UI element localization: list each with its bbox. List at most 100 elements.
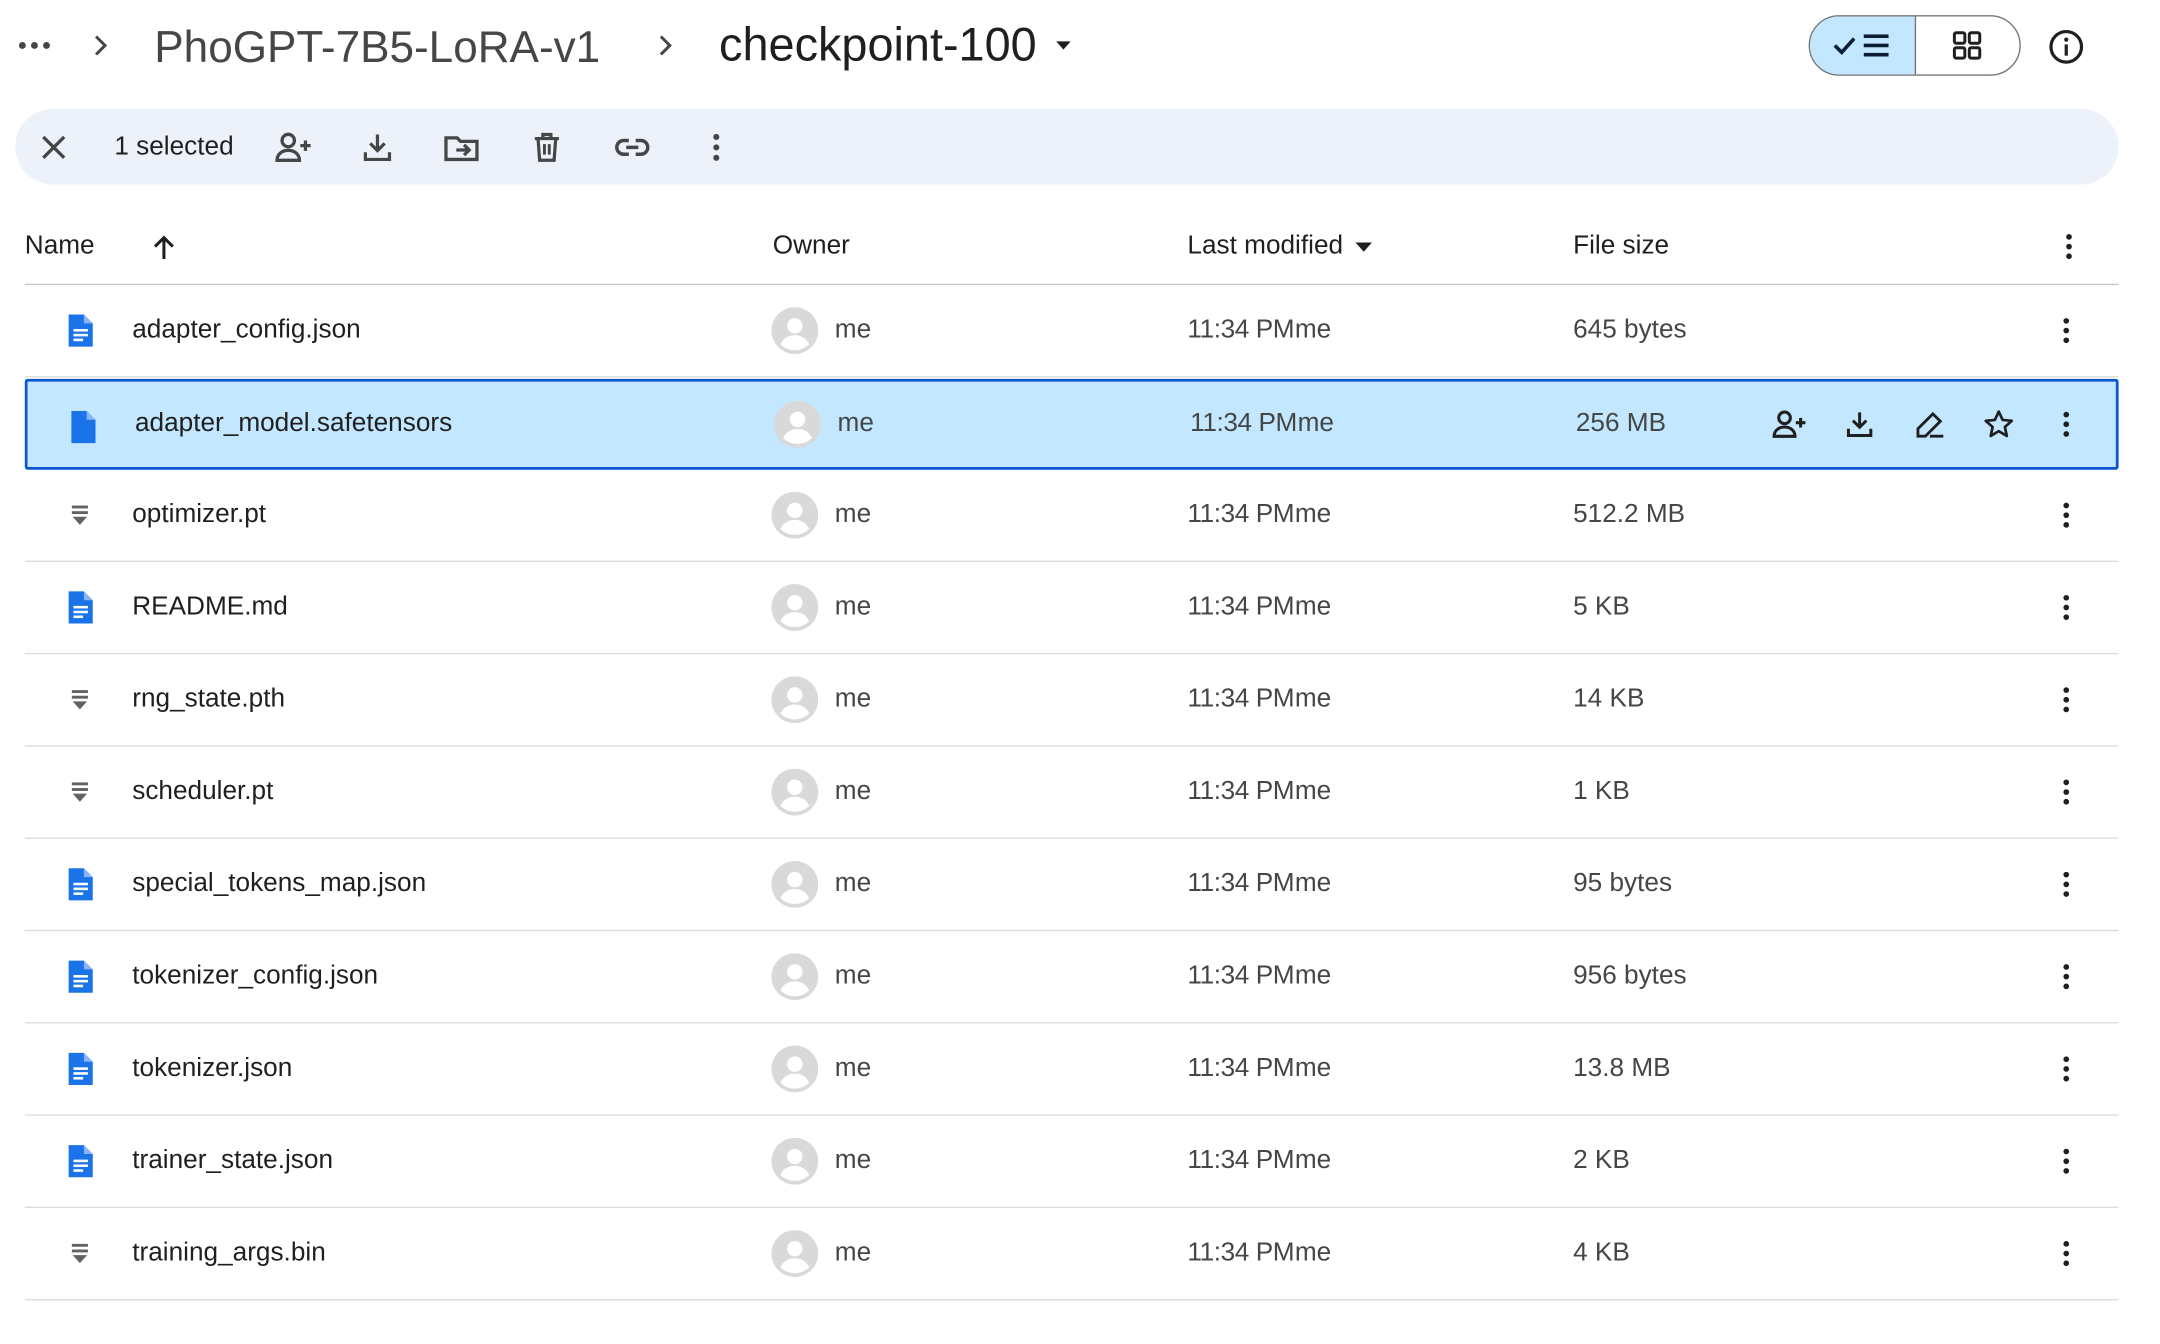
last-modified-by: me: [1294, 1053, 1332, 1083]
star-icon[interactable]: [1975, 401, 2022, 448]
more-vert-icon[interactable]: [2043, 492, 2090, 539]
doc-icon: [61, 865, 100, 904]
last-modified-by: me: [1294, 961, 1332, 991]
last-modified-by: me: [1294, 1238, 1332, 1268]
selection-toolbar: 1 selected: [15, 108, 2119, 185]
file-name: optimizer.pt: [132, 500, 267, 529]
file-size: 1 KB: [1573, 776, 1630, 806]
owner-avatar-icon: [774, 400, 821, 448]
more-vert-icon[interactable]: [2043, 1138, 2090, 1185]
owner-avatar-icon: [771, 768, 819, 816]
file-name: tokenizer_config.json: [132, 961, 379, 991]
file-row[interactable]: rng_state.pth me 11:34 PM me 14 KB: [24, 654, 2119, 747]
more-vert-icon[interactable]: [2043, 861, 2090, 908]
last-modified-by: me: [1294, 1146, 1332, 1176]
file-row[interactable]: README.md me 11:34 PM me 5 KB: [24, 562, 2119, 655]
file-name: adapter_config.json: [132, 315, 361, 345]
table-header: Name Owner Last modified File size: [24, 209, 2119, 286]
owner-avatar-icon: [771, 1045, 819, 1093]
binary-file-icon: [61, 680, 100, 719]
file-row[interactable]: tokenizer_config.json me 11:34 PM me 956 byt…: [24, 931, 2119, 1024]
owner-name: me: [834, 869, 872, 899]
more-vert-icon[interactable]: [2046, 223, 2093, 270]
last-modified-by: me: [1294, 315, 1332, 345]
more-vert-icon[interactable]: [694, 125, 738, 169]
file-row[interactable]: training_args.bin me 11:34 PM me 4 KB: [24, 1208, 2119, 1301]
owner-avatar-icon: [771, 491, 819, 539]
more-vert-icon[interactable]: [2043, 1230, 2090, 1277]
more-vert-icon[interactable]: [2043, 953, 2090, 1000]
column-header-owner[interactable]: Owner: [773, 209, 850, 283]
trash-icon[interactable]: [525, 125, 569, 169]
doc-icon: [61, 1050, 100, 1089]
column-header-last-modified[interactable]: Last modified: [1187, 209, 1376, 283]
more-vert-icon[interactable]: [2043, 1046, 2090, 1093]
owner-name: me: [834, 315, 872, 345]
column-header-file-size[interactable]: File size: [1573, 209, 1669, 283]
close-icon[interactable]: [32, 125, 76, 169]
arrow-up-icon[interactable]: [141, 225, 188, 272]
file-row[interactable]: scheduler.pt me 11:34 PM me 1 KB: [24, 747, 2119, 839]
rename-pencil-icon[interactable]: [1906, 401, 1953, 448]
owner-avatar-icon: [771, 860, 819, 908]
share-person-add-icon[interactable]: [271, 125, 315, 169]
owner-avatar-icon: [771, 953, 819, 1001]
file-name: tokenizer.json: [132, 1053, 293, 1083]
last-modified-by: me: [1294, 500, 1332, 529]
more-vert-icon[interactable]: [2043, 676, 2090, 723]
share-person-add-icon[interactable]: [1766, 401, 1813, 448]
file-list: adapter_config.json me 11:34 PM me 645 bytes…: [24, 285, 2119, 1301]
file-row[interactable]: trainer_state.json me 11:34 PM me 2 KB: [24, 1116, 2119, 1209]
column-header-name[interactable]: Name: [25, 209, 95, 283]
file-row[interactable]: adapter_config.json me 11:34 PM me 645 bytes: [24, 285, 2119, 378]
owner-name: me: [837, 409, 874, 439]
link-icon[interactable]: [610, 125, 654, 169]
more-vert-icon[interactable]: [2043, 401, 2090, 448]
file-name: special_tokens_map.json: [132, 869, 427, 899]
last-modified-by: me: [1297, 409, 1334, 439]
grid-view-button[interactable]: [1915, 17, 2019, 75]
chevron-right-icon: [647, 28, 683, 64]
file-size: 14 KB: [1573, 684, 1645, 714]
download-icon[interactable]: [1836, 401, 1883, 448]
file-size: 256 MB: [1575, 409, 1667, 439]
file-row[interactable]: tokenizer.json me 11:34 PM me 13.8 MB: [24, 1023, 2119, 1116]
list-view-button[interactable]: [1810, 16, 1916, 75]
owner-name: me: [834, 500, 872, 529]
file-size: 95 bytes: [1573, 869, 1673, 899]
last-modified-by: me: [1294, 592, 1332, 622]
last-modified-time: 11:34 PM: [1187, 776, 1295, 806]
doc-icon: [61, 588, 100, 627]
owner-name: me: [834, 1146, 872, 1176]
breadcrumb-current-folder[interactable]: checkpoint-100: [705, 14, 1089, 77]
file-row[interactable]: special_tokens_map.json me 11:34 PM me 95 by…: [24, 839, 2119, 932]
last-modified-by: me: [1294, 776, 1332, 806]
file-name: adapter_model.safetensors: [134, 409, 453, 439]
file-size: 4 KB: [1573, 1238, 1630, 1268]
last-modified-time: 11:34 PM: [1187, 1146, 1295, 1176]
owner-name: me: [834, 684, 872, 714]
file-size: 13.8 MB: [1573, 1053, 1671, 1083]
last-modified-label: Last modified: [1187, 231, 1344, 261]
last-modified-by: me: [1294, 684, 1332, 714]
download-icon[interactable]: [355, 125, 399, 169]
last-modified-time: 11:34 PM: [1187, 961, 1295, 991]
file-row[interactable]: optimizer.pt me 11:34 PM me 512.2 MB: [24, 470, 2119, 563]
last-modified-by: me: [1294, 869, 1332, 899]
move-to-folder-icon[interactable]: [439, 125, 483, 169]
more-vert-icon[interactable]: [2043, 584, 2090, 631]
info-icon[interactable]: [2041, 22, 2091, 72]
owner-avatar-icon: [771, 307, 819, 355]
file-name: scheduler.pt: [132, 776, 274, 806]
breadcrumb-parent-folder[interactable]: PhoGPT-7B5-LoRA-v1: [141, 17, 614, 78]
last-modified-time: 11:34 PM: [1187, 684, 1295, 714]
more-vert-icon[interactable]: [2043, 307, 2090, 354]
more-horiz-icon[interactable]: [14, 25, 55, 66]
file-size: 2 KB: [1573, 1146, 1630, 1176]
owner-name: me: [834, 1238, 872, 1268]
more-vert-icon[interactable]: [2043, 769, 2090, 816]
caret-down-icon: [1351, 234, 1376, 259]
file-row[interactable]: adapter_model.safetensors me 11:34 PM me 256…: [24, 378, 2119, 470]
doc-icon: [61, 1142, 100, 1181]
last-modified-time: 11:34 PM: [1187, 315, 1295, 345]
